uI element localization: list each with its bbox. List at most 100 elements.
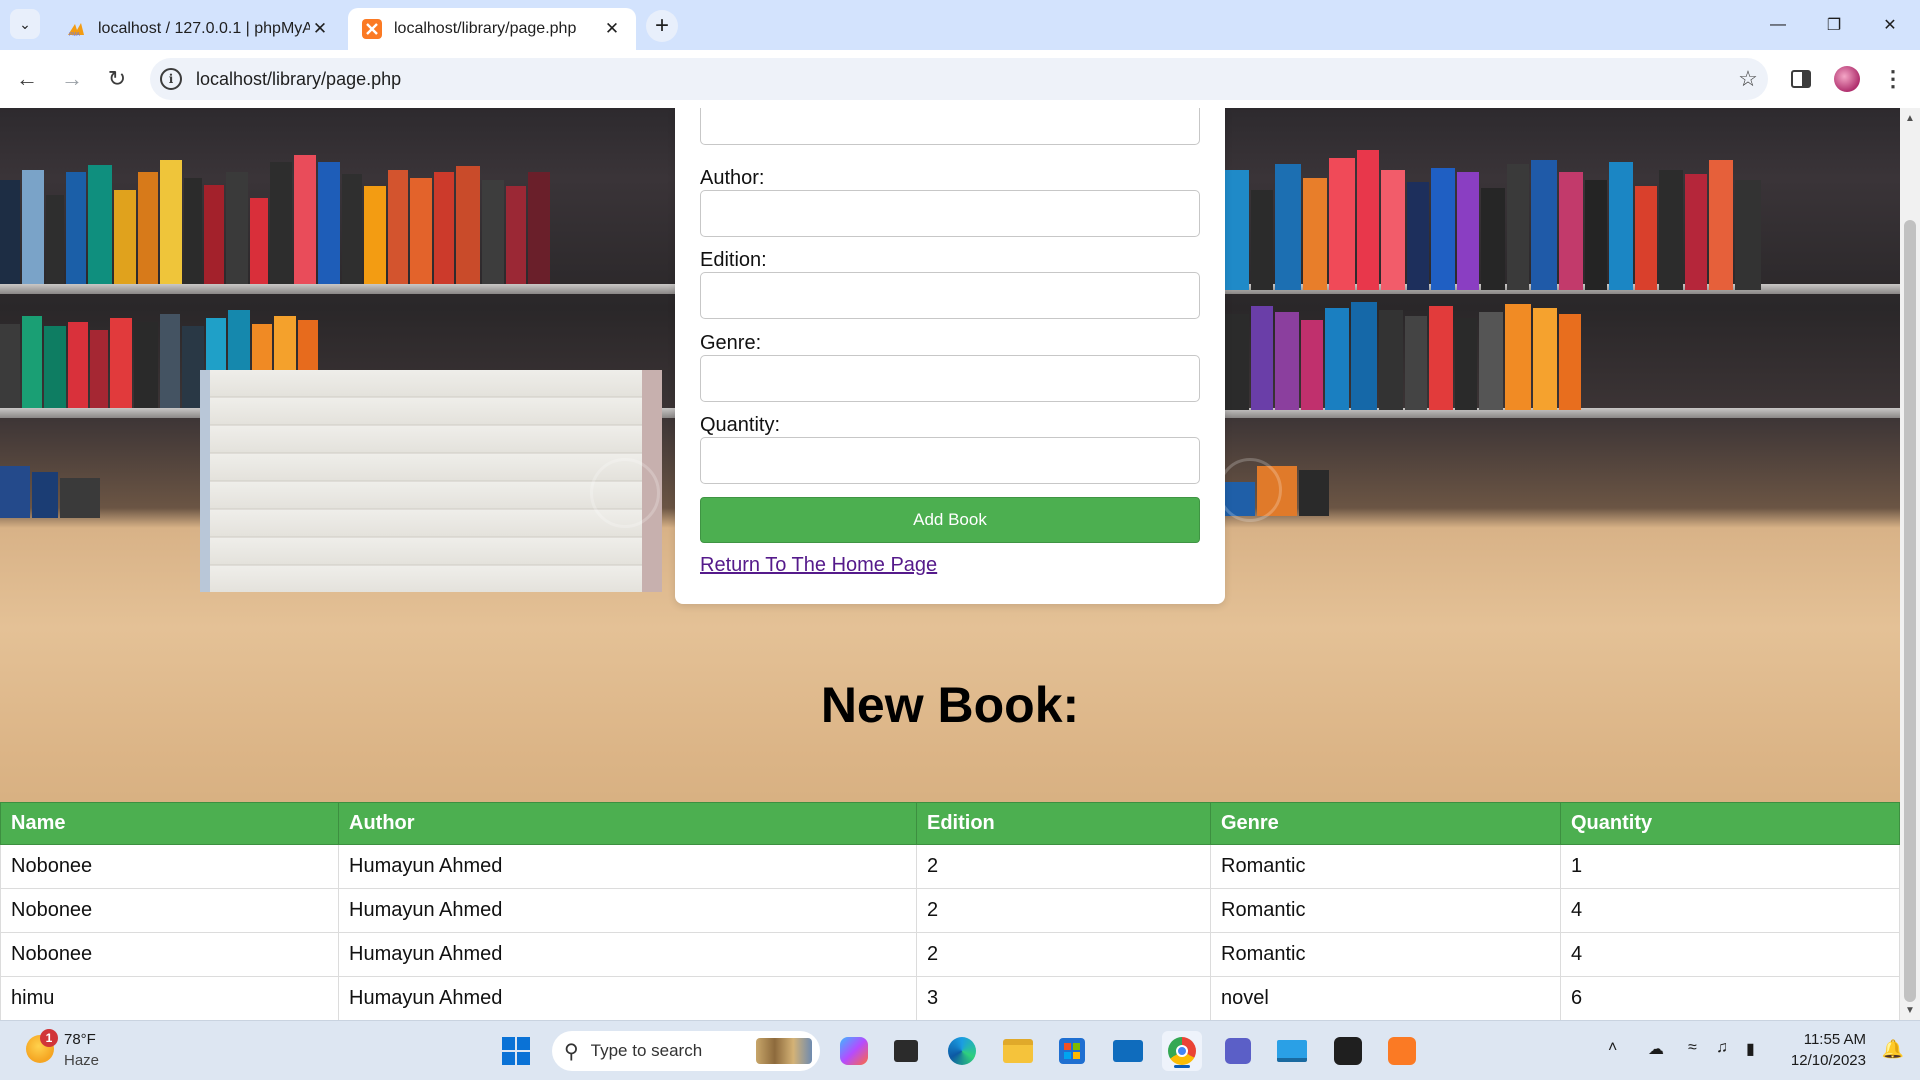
scroll-up-icon[interactable]: ▲ (1900, 110, 1920, 126)
windows-logo-icon (502, 1037, 530, 1065)
back-button[interactable]: ← (10, 62, 44, 96)
svg-text:PMA: PMA (69, 32, 81, 37)
tab-search-button[interactable]: ⌄ (10, 9, 40, 39)
add-book-form: Author: Edition: Genre: Quantity: Add Bo… (675, 108, 1225, 604)
remote-desktop-icon[interactable] (1272, 1031, 1312, 1071)
close-icon: ✕ (1883, 17, 1897, 34)
cell-name: Nobonee (0, 932, 339, 977)
url-text[interactable]: localhost/library/page.php (196, 69, 1728, 90)
active-indicator (1174, 1065, 1190, 1068)
tab-library-page[interactable]: localhost/library/page.php ✕ (348, 8, 636, 50)
quantity-input[interactable] (700, 437, 1200, 484)
chrome-icon[interactable] (1162, 1031, 1202, 1071)
add-book-button[interactable]: Add Book (700, 497, 1200, 543)
teams-icon[interactable] (1218, 1031, 1258, 1071)
copilot-icon[interactable] (834, 1031, 874, 1071)
cell-name: Nobonee (0, 888, 339, 933)
wifi-icon[interactable]: ≈ (1688, 1039, 1697, 1057)
kebab-menu-icon: ⋮ (1882, 66, 1904, 91)
cell-genre: Romantic (1210, 888, 1561, 933)
column-header-genre: Genre (1210, 802, 1561, 845)
reload-icon: ↻ (107, 66, 127, 91)
file-explorer-icon[interactable] (998, 1031, 1038, 1071)
genre-input[interactable] (700, 355, 1200, 402)
edge-icon[interactable] (942, 1031, 982, 1071)
cell-author: Humayun Ahmed (338, 976, 917, 1020)
page-scrollbar[interactable]: ▲ ▼ (1900, 108, 1920, 1020)
menu-button[interactable]: ⋮ (1876, 62, 1910, 96)
close-icon[interactable]: ✕ (602, 19, 622, 39)
clock-date: 12/10/2023 (1790, 1052, 1866, 1069)
scroll-down-icon[interactable]: ▼ (1900, 1002, 1920, 1018)
cell-edition: 2 (916, 932, 1211, 977)
side-panel-button[interactable] (1784, 62, 1818, 96)
xampp-icon[interactable] (1382, 1031, 1422, 1071)
minimize-button[interactable]: — (1750, 0, 1806, 50)
arrow-left-icon: ← (16, 66, 38, 91)
edition-label: Edition: (700, 249, 767, 271)
tab-phpmyadmin[interactable]: PMA localhost / 127.0.0.1 | phpMyAdmin ✕ (52, 8, 344, 50)
battery-icon[interactable]: ▮ (1746, 1039, 1755, 1059)
weather-temp: 78°F (64, 1031, 96, 1048)
cell-edition: 2 (916, 888, 1211, 933)
cell-quantity: 4 (1560, 932, 1900, 977)
minimize-icon: — (1770, 16, 1786, 33)
forward-button[interactable]: → (55, 62, 89, 96)
return-home-link[interactable]: Return To The Home Page (700, 554, 937, 577)
mail-icon[interactable] (1108, 1031, 1148, 1071)
cell-edition: 3 (916, 976, 1211, 1020)
windows-taskbar: 1 78°F Haze ⚲ Type to search ˄ ☁ ≈ ♫ ▮ 1… (0, 1020, 1920, 1080)
cell-quantity: 1 (1560, 844, 1900, 889)
address-bar[interactable]: i localhost/library/page.php ☆ (150, 58, 1768, 100)
xampp-icon (362, 19, 382, 39)
arrow-right-icon: → (61, 66, 83, 91)
restore-icon: ❐ (1826, 17, 1842, 34)
cell-quantity: 4 (1560, 888, 1900, 933)
new-tab-button[interactable]: + (646, 10, 678, 42)
cell-author: Humayun Ahmed (338, 844, 917, 889)
table-row: Nobonee Humayun Ahmed 2 Romantic 4 (0, 888, 1900, 933)
notification-bell-icon[interactable]: 🔔 (1882, 1039, 1904, 1060)
search-placeholder: Type to search (590, 1041, 703, 1060)
cell-name: Nobonee (0, 844, 339, 889)
tab-strip: ⌄ PMA localhost / 127.0.0.1 | phpMyAdmin… (0, 0, 1920, 50)
volume-icon[interactable]: ♫ (1716, 1039, 1728, 1057)
edition-input[interactable] (700, 272, 1200, 319)
chevron-up-icon[interactable]: ˄ (1608, 1039, 1617, 1057)
table-header-row: Name Author Edition Genre Quantity (0, 802, 1900, 845)
start-button[interactable] (496, 1031, 536, 1071)
side-panel-icon (1791, 70, 1811, 88)
page-heading: New Book: (820, 677, 1080, 733)
restore-button[interactable]: ❐ (1806, 0, 1862, 50)
onedrive-icon[interactable]: ☁ (1648, 1039, 1664, 1059)
scroll-thumb[interactable] (1904, 220, 1916, 1002)
bookmark-star-icon[interactable]: ☆ (1728, 66, 1768, 92)
avatar[interactable] (1834, 66, 1860, 92)
cell-author: Humayun Ahmed (338, 932, 917, 977)
phpmyadmin-icon: PMA (66, 19, 86, 39)
site-info-icon[interactable]: i (160, 68, 182, 90)
close-window-button[interactable]: ✕ (1862, 0, 1918, 50)
table-row: Nobonee Humayun Ahmed 2 Romantic 1 (0, 844, 1900, 889)
browser-toolbar: ← → ↻ i localhost/library/page.php ☆ ⋮ (0, 50, 1920, 108)
store-icon[interactable] (1052, 1031, 1092, 1071)
github-icon[interactable] (1328, 1031, 1368, 1071)
close-icon[interactable]: ✕ (310, 19, 330, 39)
tab-title: localhost/library/page.php (394, 20, 577, 37)
author-input[interactable] (700, 190, 1200, 237)
reload-button[interactable]: ↻ (100, 62, 134, 96)
cell-genre: Romantic (1210, 932, 1561, 977)
watermark (1218, 458, 1282, 522)
tab-title: localhost / 127.0.0.1 | phpMyAdmin (98, 20, 310, 37)
system-clock[interactable]: 11:55 AM 12/10/2023 (1791, 1029, 1866, 1071)
task-view-icon[interactable] (886, 1031, 926, 1071)
column-header-author: Author (338, 802, 917, 845)
name-input[interactable] (700, 108, 1200, 145)
cell-edition: 2 (916, 844, 1211, 889)
table-row: Nobonee Humayun Ahmed 2 Romantic 4 (0, 932, 1900, 977)
weather-badge: 1 (40, 1029, 58, 1047)
table-row: himu Humayun Ahmed 3 novel 6 (0, 976, 1900, 1020)
page-content: Author: Edition: Genre: Quantity: Add Bo… (0, 108, 1900, 1020)
taskbar-search[interactable]: ⚲ Type to search (552, 1031, 820, 1071)
cell-author: Humayun Ahmed (338, 888, 917, 933)
